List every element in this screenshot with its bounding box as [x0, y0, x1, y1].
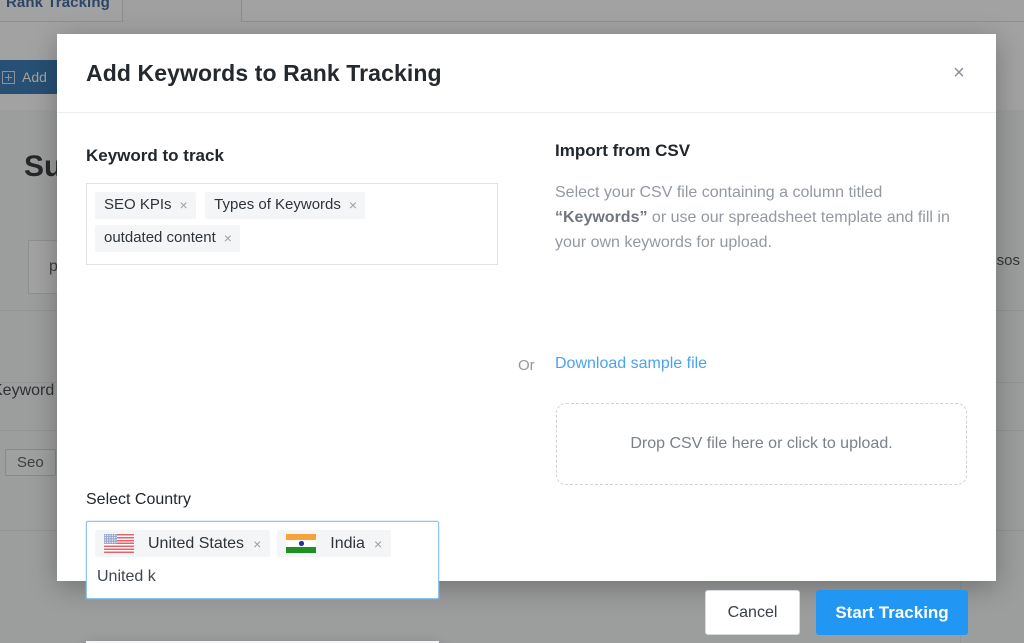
start-tracking-button[interactable]: Start Tracking	[816, 590, 968, 635]
country-tag-united-states[interactable]: United States ×	[95, 530, 271, 557]
csv-dropzone[interactable]: Drop CSV file here or click to upload.	[556, 403, 967, 485]
modal-header: Add Keywords to Rank Tracking ×	[57, 34, 996, 113]
country-tag-label: India	[330, 534, 365, 552]
country-search-input[interactable]	[95, 564, 430, 598]
remove-tag-icon[interactable]: ×	[224, 229, 232, 247]
keyword-tag[interactable]: outdated content ×	[95, 225, 240, 252]
app-root: Rank Tracking Add Su p Keyword Seo sos A…	[0, 0, 1024, 643]
modal-body: Keyword to track SEO KPIs × Types of Key…	[57, 113, 996, 643]
cancel-button[interactable]: Cancel	[705, 590, 800, 635]
modal-title: Add Keywords to Rank Tracking	[86, 60, 442, 86]
download-sample-file-link[interactable]: Download sample file	[555, 355, 707, 373]
import-from-csv-section: Import from CSV Select your CSV file con…	[555, 141, 967, 255]
keyword-section-label: Keyword to track	[86, 146, 224, 165]
csv-section-title: Import from CSV	[555, 141, 691, 160]
remove-country-icon[interactable]: ×	[253, 536, 261, 552]
country-tag-label: United States	[148, 534, 245, 552]
remove-tag-icon[interactable]: ×	[180, 196, 188, 214]
country-tags-input[interactable]: United States × India ×	[86, 521, 439, 599]
keyword-tag[interactable]: SEO KPIs ×	[95, 192, 196, 219]
keyword-tag-label: SEO KPIs	[104, 196, 172, 213]
select-country-section: Select Country United States × India × U…	[86, 491, 466, 599]
select-country-label: Select Country	[86, 491, 191, 508]
or-label: Or	[518, 357, 535, 374]
keyword-tag[interactable]: Types of Keywords ×	[205, 192, 366, 219]
close-icon[interactable]: ×	[946, 60, 972, 86]
remove-tag-icon[interactable]: ×	[349, 196, 357, 214]
keyword-tag-label: Types of Keywords	[214, 196, 341, 213]
keyword-tag-label: outdated content	[104, 229, 216, 246]
csv-description: Select your CSV file containing a column…	[555, 180, 955, 255]
country-tag-row: United States × India ×	[95, 530, 430, 564]
remove-country-icon[interactable]: ×	[374, 536, 382, 552]
keyword-tags-input[interactable]: SEO KPIs × Types of Keywords × outdated …	[86, 183, 498, 265]
keyword-to-track-section: Keyword to track SEO KPIs × Types of Key…	[86, 146, 498, 265]
us-flag-icon	[104, 534, 134, 553]
country-tag-india[interactable]: India ×	[277, 530, 392, 557]
in-flag-icon	[286, 534, 317, 553]
csv-description-keywords: “Keywords”	[555, 209, 648, 226]
csv-dropzone-label: Drop CSV file here or click to upload.	[630, 435, 893, 452]
add-keywords-modal: Add Keywords to Rank Tracking × Keyword …	[57, 34, 996, 643]
csv-description-part1: Select your CSV file containing a column…	[555, 184, 883, 201]
